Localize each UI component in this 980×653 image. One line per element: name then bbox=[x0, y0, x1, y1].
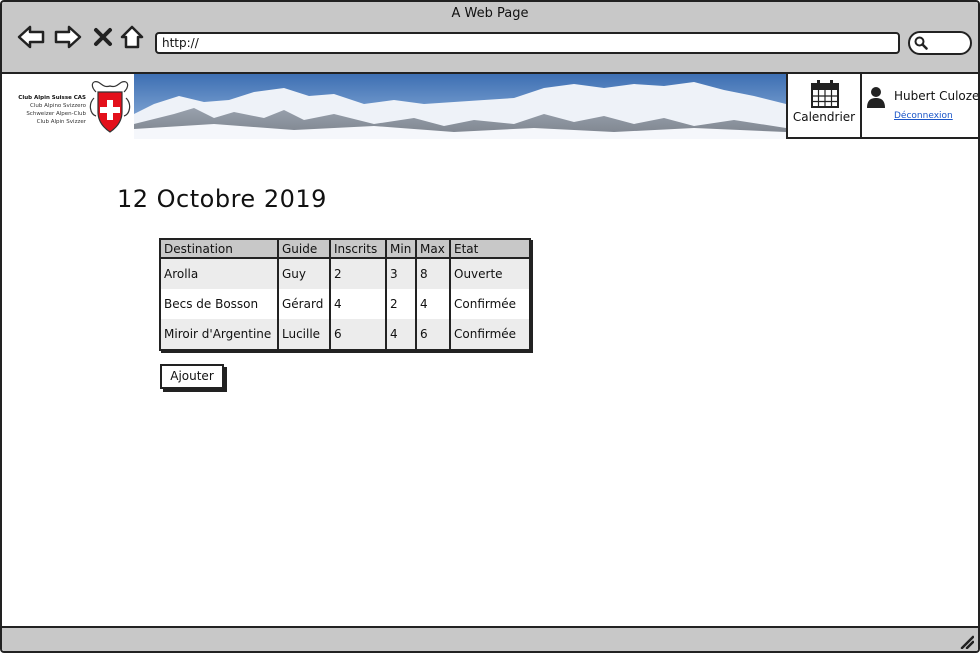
column-header-etat[interactable]: Etat bbox=[450, 239, 530, 259]
club-logo[interactable]: Club Alpin Suisse CAS Club Alpino Svizze… bbox=[2, 74, 134, 139]
column-header-min[interactable]: Min bbox=[386, 239, 417, 259]
user-icon bbox=[867, 87, 885, 108]
back-button[interactable] bbox=[16, 22, 46, 52]
column-header-inscrits[interactable]: Inscrits bbox=[330, 239, 387, 259]
home-button[interactable] bbox=[117, 22, 147, 52]
user-name: Hubert Culoze bbox=[894, 89, 980, 103]
cell-max: 4 bbox=[416, 289, 451, 319]
cell-etat: Confirmée bbox=[450, 289, 530, 319]
logout-link[interactable]: Déconnexion bbox=[894, 111, 953, 121]
search-field[interactable] bbox=[908, 31, 972, 55]
cell-inscrits: 6 bbox=[330, 319, 387, 350]
cell-destination: Arolla bbox=[160, 258, 279, 289]
logo-text: Club Alpin Suisse CAS Club Alpino Svizze… bbox=[6, 94, 86, 126]
page-title: 12 Octobre 2019 bbox=[117, 185, 327, 213]
outings-table: Destination Guide Inscrits Min Max Etat … bbox=[159, 238, 531, 351]
forward-button[interactable] bbox=[53, 22, 83, 52]
site-header: Club Alpin Suisse CAS Club Alpino Svizze… bbox=[2, 74, 978, 139]
calendar-button[interactable]: Calendrier bbox=[786, 74, 862, 139]
table-row[interactable]: Arolla Guy 2 3 8 Ouverte bbox=[160, 258, 530, 289]
home-icon bbox=[120, 25, 144, 49]
table-row[interactable]: Miroir d'Argentine Lucille 6 4 6 Confirm… bbox=[160, 319, 530, 350]
mountain-image bbox=[134, 74, 786, 139]
column-header-destination[interactable]: Destination bbox=[160, 239, 279, 259]
table-row[interactable]: Becs de Bosson Gérard 4 2 4 Confirmée bbox=[160, 289, 530, 319]
cell-max: 8 bbox=[416, 258, 451, 289]
cell-min: 4 bbox=[386, 319, 417, 350]
stop-button[interactable] bbox=[88, 22, 118, 52]
browser-window: A Web Page http:// Club Alpin Suisse CAS… bbox=[0, 0, 980, 653]
logo-line: Schweizer Alpen-Club bbox=[26, 111, 86, 117]
cell-max: 6 bbox=[416, 319, 451, 350]
crest-icon bbox=[89, 81, 131, 133]
arrow-left-icon bbox=[17, 25, 45, 49]
resize-grip-icon[interactable] bbox=[960, 635, 974, 649]
cell-etat: Ouverte bbox=[450, 258, 530, 289]
search-icon bbox=[914, 36, 928, 50]
cell-destination: Becs de Bosson bbox=[160, 289, 279, 319]
logo-line: Club Alpino Svizzero bbox=[30, 103, 86, 109]
column-header-guide[interactable]: Guide bbox=[278, 239, 331, 259]
cell-guide: Gérard bbox=[278, 289, 331, 319]
cell-guide: Lucille bbox=[278, 319, 331, 350]
cell-destination: Miroir d'Argentine bbox=[160, 319, 279, 350]
logo-line: Club Alpin Suisse CAS bbox=[18, 95, 86, 101]
table-header-row: Destination Guide Inscrits Min Max Etat bbox=[160, 239, 530, 259]
cell-min: 3 bbox=[386, 258, 417, 289]
calendar-label: Calendrier bbox=[792, 110, 856, 124]
arrow-right-icon bbox=[54, 25, 82, 49]
cell-guide: Guy bbox=[278, 258, 331, 289]
status-bar bbox=[2, 626, 978, 651]
column-header-max[interactable]: Max bbox=[416, 239, 451, 259]
url-input[interactable]: http:// bbox=[155, 32, 900, 54]
user-panel: Hubert Culoze Déconnexion bbox=[860, 74, 980, 139]
close-icon bbox=[94, 28, 112, 46]
calendar-icon bbox=[811, 80, 839, 108]
add-button[interactable]: Ajouter bbox=[160, 364, 224, 389]
logo-line: Club Alpin Svizzer bbox=[36, 119, 86, 125]
browser-chrome: A Web Page http:// bbox=[2, 2, 978, 74]
cell-inscrits: 4 bbox=[330, 289, 387, 319]
cell-etat: Confirmée bbox=[450, 319, 530, 350]
mountain-banner bbox=[134, 74, 786, 139]
cell-inscrits: 2 bbox=[330, 258, 387, 289]
window-title: A Web Page bbox=[451, 6, 529, 21]
cell-min: 2 bbox=[386, 289, 417, 319]
